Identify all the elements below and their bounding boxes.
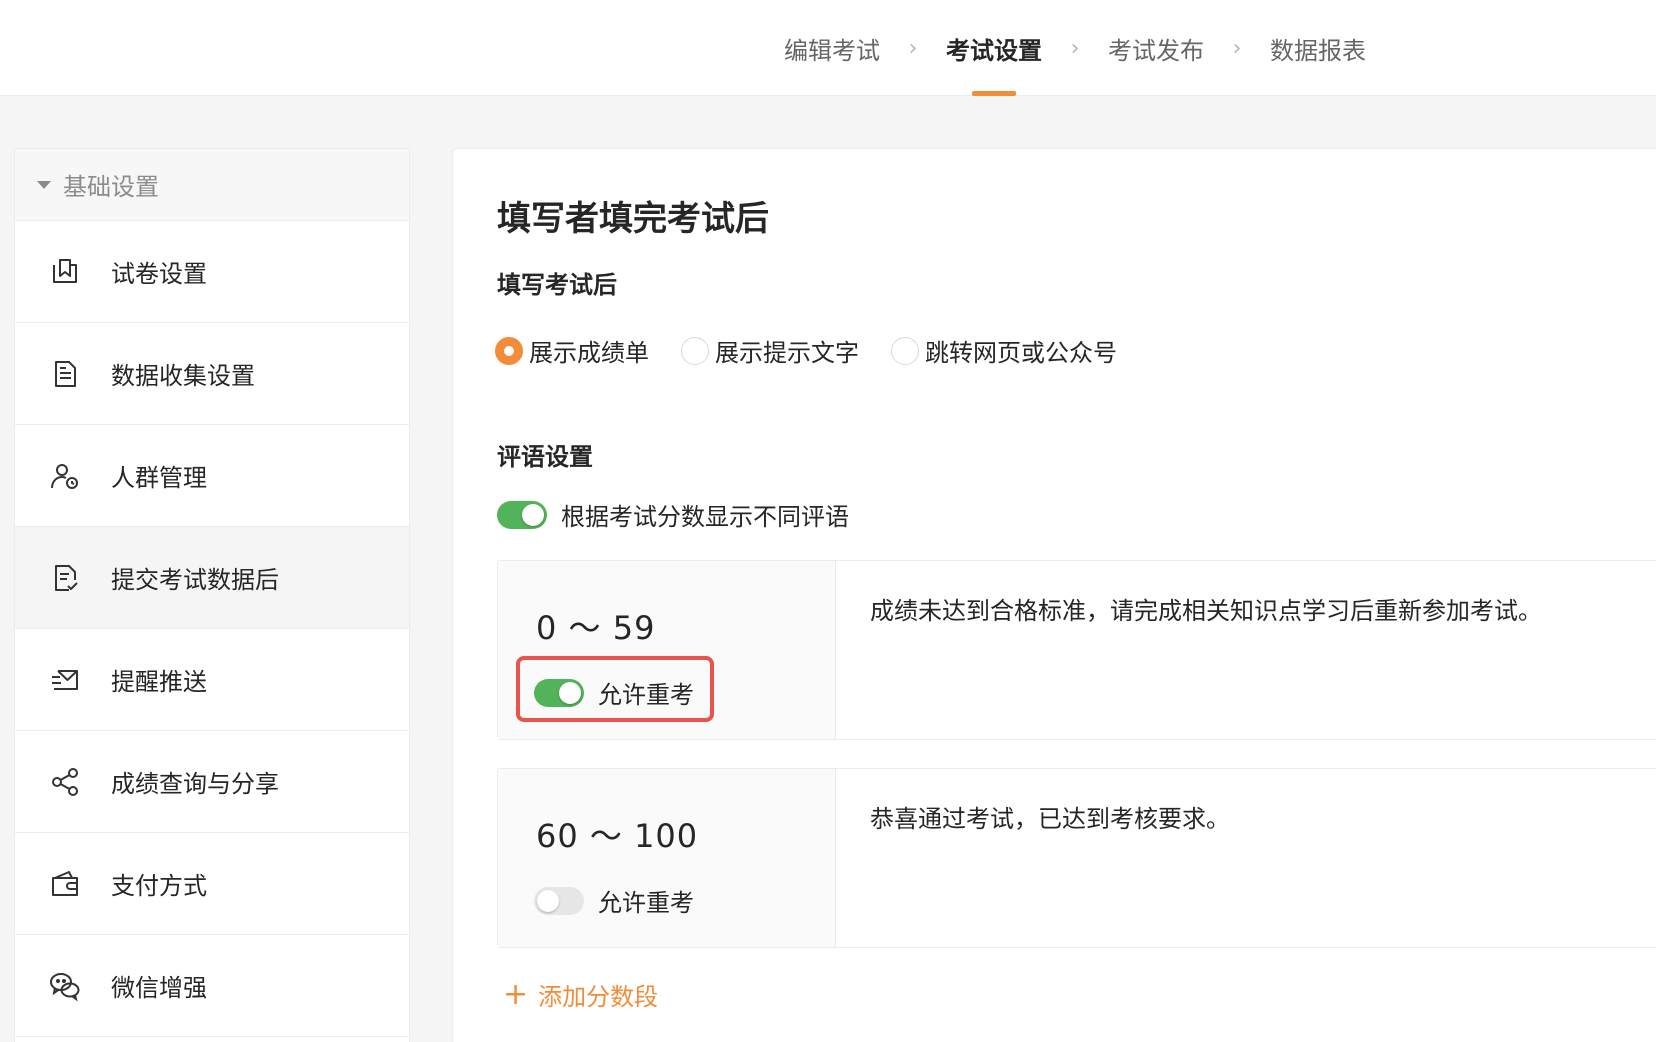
comment-settings-label: 评语设置 <box>497 443 593 471</box>
chevron-right-icon: › <box>908 35 918 61</box>
sidebar-item-payment[interactable]: 支付方式 <box>15 833 409 935</box>
step-data-report[interactable]: 数据报表 <box>1270 0 1366 96</box>
step-edit-exam[interactable]: 编辑考试 <box>784 0 880 96</box>
page-title: 填写者填完考试后 <box>497 199 769 239</box>
sidebar-item-paper-settings[interactable]: 试卷设置 <box>15 221 409 323</box>
score-comment-text[interactable]: 恭喜通过考试，已达到考核要求。 <box>870 799 1230 834</box>
step-nav: 编辑考试 › 考试设置 › 考试发布 › 数据报表 <box>784 0 1366 96</box>
score-range[interactable]: 0 ～ 59 <box>536 603 655 649</box>
after-fill-label: 填写考试后 <box>497 271 617 299</box>
score-segment-card: 60 ～ 100 允许重考 恭喜通过考试，已达到考核要求。 <box>497 768 1656 948</box>
caret-down-icon <box>37 180 51 189</box>
plus-icon: + <box>503 976 529 1012</box>
sidebar-item-data-collection[interactable]: 数据收集设置 <box>15 323 409 425</box>
sidebar-item-wechat[interactable]: 微信增强 <box>15 935 409 1037</box>
settings-panel: 填写者填完考试后 填写考试后 展示成绩单 展示提示文字 跳转网页或公众号 评语设… <box>452 148 1656 1042</box>
radio-redirect-web[interactable]: 跳转网页或公众号 <box>891 333 1117 368</box>
settings-sidebar: 基础设置 试卷设置 数据收集设置 人群管理 提交考试数据后 提醒推送 成绩查询与… <box>14 148 410 1042</box>
score-range[interactable]: 60 ～ 100 <box>536 811 698 857</box>
paper-settings-icon <box>49 256 81 288</box>
sidebar-item-group-management[interactable]: 人群管理 <box>15 425 409 527</box>
radio-show-scorecard[interactable]: 展示成绩单 <box>495 333 649 368</box>
comment-by-score-switch[interactable] <box>497 500 547 529</box>
retake-toggle-row: 允许重考 <box>534 883 694 918</box>
radio-show-tip-text[interactable]: 展示提示文字 <box>681 333 859 368</box>
document-icon <box>49 358 81 390</box>
user-group-icon <box>49 460 81 492</box>
add-score-segment-button[interactable]: + 添加分数段 <box>503 977 658 1012</box>
sidebar-item-score-share[interactable]: 成绩查询与分享 <box>15 731 409 833</box>
wechat-icon <box>49 970 81 1002</box>
score-segment-range-panel: 0 ～ 59 允许重考 <box>498 561 836 739</box>
sidebar-group-basic-settings[interactable]: 基础设置 <box>15 149 409 221</box>
step-exam-publish[interactable]: 考试发布 <box>1108 0 1204 96</box>
sidebar-item-after-submit[interactable]: 提交考试数据后 <box>15 527 409 629</box>
score-segment-card: 0 ～ 59 允许重考 成绩未达到合格标准，请完成相关知识点学习后重新参加考试。 <box>497 560 1656 740</box>
allow-retake-switch[interactable] <box>534 886 584 915</box>
submit-document-icon <box>49 562 81 594</box>
score-comment-text[interactable]: 成绩未达到合格标准，请完成相关知识点学习后重新参加考试。 <box>870 591 1542 626</box>
share-icon <box>49 766 81 798</box>
radio-empty-icon <box>681 336 709 365</box>
mail-push-icon <box>49 664 81 696</box>
step-exam-settings[interactable]: 考试设置 <box>946 0 1042 96</box>
chevron-right-icon: › <box>1070 35 1080 61</box>
radio-selected-icon <box>495 336 523 365</box>
wallet-icon <box>49 868 81 900</box>
radio-empty-icon <box>891 336 919 365</box>
top-bar: 编辑考试 › 考试设置 › 考试发布 › 数据报表 <box>0 0 1656 96</box>
score-segment-range-panel: 60 ～ 100 允许重考 <box>498 769 836 947</box>
sidebar-item-reminder-push[interactable]: 提醒推送 <box>15 629 409 731</box>
retake-toggle-row: 允许重考 <box>534 675 694 710</box>
chevron-right-icon: › <box>1232 35 1242 61</box>
comment-by-score-toggle-row: 根据考试分数显示不同评语 <box>497 497 849 532</box>
after-fill-radio-group: 展示成绩单 展示提示文字 跳转网页或公众号 <box>495 333 1149 368</box>
allow-retake-switch[interactable] <box>534 678 584 707</box>
